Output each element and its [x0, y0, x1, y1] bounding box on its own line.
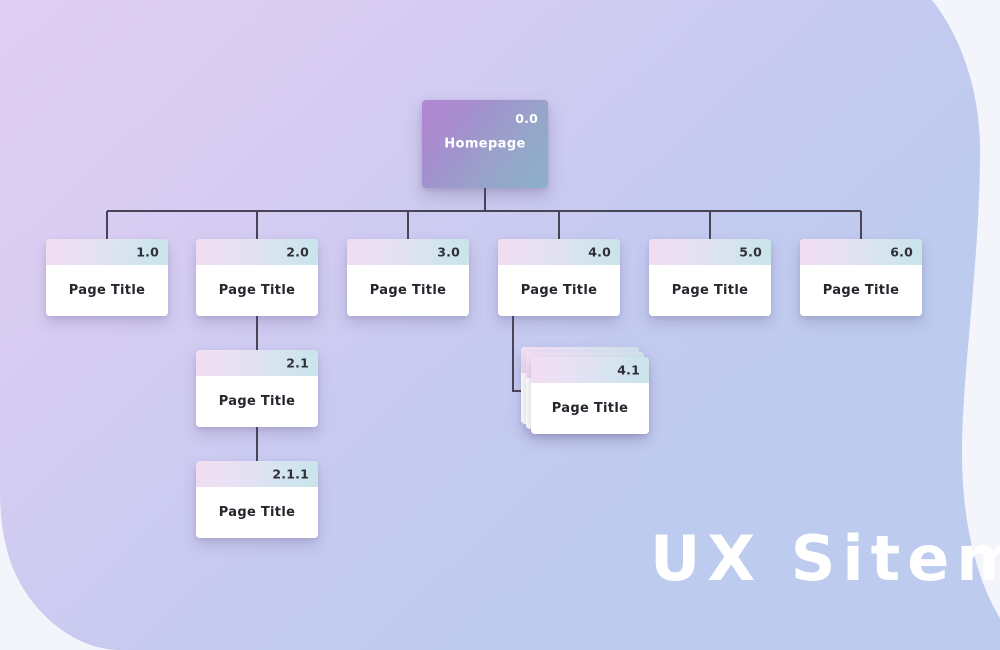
node-number: 4.0: [588, 244, 611, 260]
node-label: Page Title: [822, 283, 900, 298]
node-label: Page Title: [218, 505, 296, 520]
node-4-1[interactable]: 4.1 Page Title: [531, 357, 649, 434]
node-number: 3.0: [437, 244, 460, 260]
node-number: 2.1.1: [272, 466, 309, 482]
node-number: 2.0: [286, 244, 309, 260]
node-body: Page Title: [531, 383, 649, 434]
node-header: 1.0: [46, 239, 168, 265]
node-6-0[interactable]: 6.0 Page Title: [800, 239, 922, 316]
node-header: 3.0: [347, 239, 469, 265]
node-body: Page Title: [800, 265, 922, 316]
node-number: 6.0: [890, 244, 913, 260]
node-body: Page Title: [196, 376, 318, 427]
node-2-1-1[interactable]: 2.1.1 Page Title: [196, 461, 318, 538]
node-number: 4.1: [617, 362, 640, 378]
node-label: Page Title: [68, 283, 146, 298]
node-body: Page Title: [498, 265, 620, 316]
node-header: 6.0: [800, 239, 922, 265]
node-number: 1.0: [136, 244, 159, 260]
node-label: Page Title: [520, 283, 598, 298]
node-4-0[interactable]: 4.0 Page Title: [498, 239, 620, 316]
node-number: 5.0: [739, 244, 762, 260]
node-2-0[interactable]: 2.0 Page Title: [196, 239, 318, 316]
footer-title: UX Sitemap: [650, 522, 1000, 595]
node-header: 4.1: [531, 357, 649, 383]
node-label: Page Title: [671, 283, 749, 298]
node-header: 2.1.1: [196, 461, 318, 487]
node-3-0[interactable]: 3.0 Page Title: [347, 239, 469, 316]
node-body: Page Title: [347, 265, 469, 316]
node-label: Page Title: [551, 401, 629, 416]
node-5-0[interactable]: 5.0 Page Title: [649, 239, 771, 316]
node-label: Page Title: [218, 283, 296, 298]
node-body: Page Title: [196, 487, 318, 538]
node-2-1[interactable]: 2.1 Page Title: [196, 350, 318, 427]
node-body: Page Title: [46, 265, 168, 316]
node-body: Page Title: [196, 265, 318, 316]
node-homepage[interactable]: 0.0 Homepage: [422, 100, 548, 188]
node-body: Page Title: [649, 265, 771, 316]
node-label: Homepage: [444, 136, 526, 152]
node-number: 2.1: [286, 355, 309, 371]
sitemap-canvas: 0.0 Homepage 1.0 Page Title 2.0 Page Tit…: [0, 0, 1000, 650]
node-header: 2.0: [196, 239, 318, 265]
node-header: 5.0: [649, 239, 771, 265]
node-header: 4.0: [498, 239, 620, 265]
node-label: Page Title: [218, 394, 296, 409]
node-header: 2.1: [196, 350, 318, 376]
node-number: 0.0: [515, 111, 538, 126]
node-1-0[interactable]: 1.0 Page Title: [46, 239, 168, 316]
node-label: Page Title: [369, 283, 447, 298]
